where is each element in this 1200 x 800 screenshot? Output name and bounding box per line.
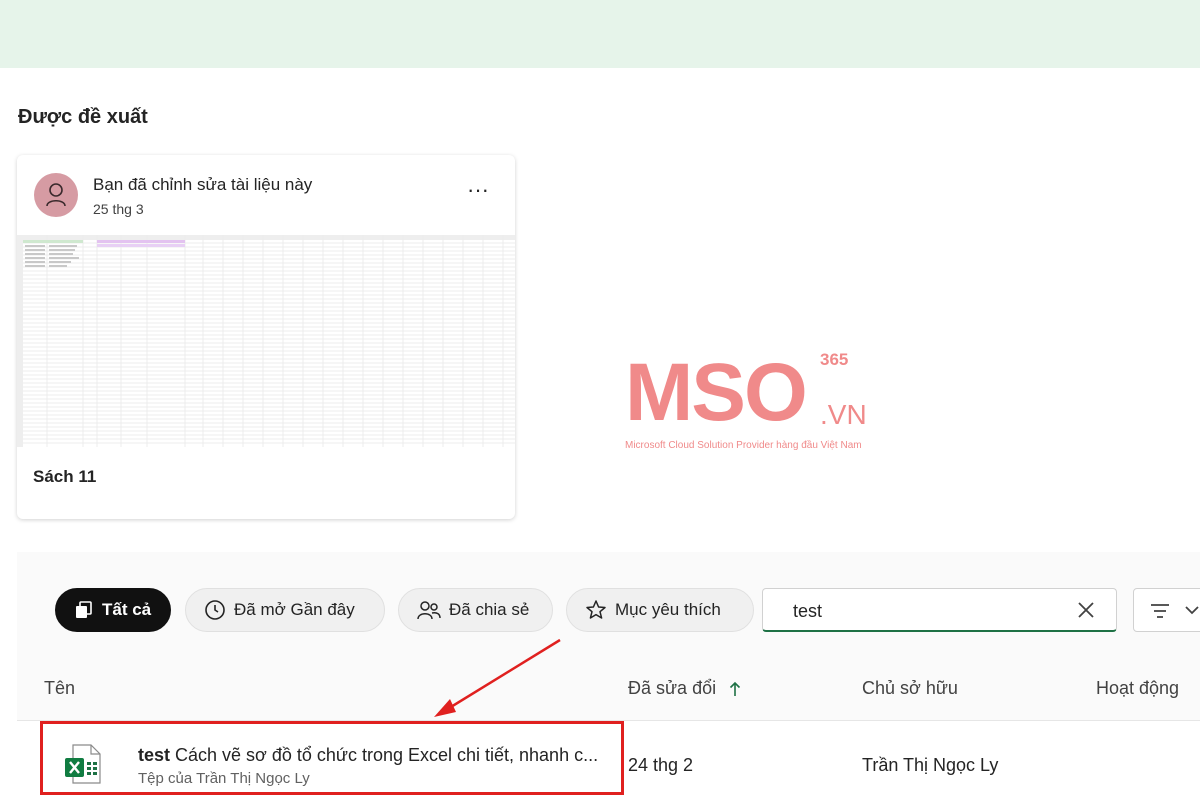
star-icon [586, 600, 606, 619]
excel-file-icon [65, 744, 101, 784]
file-owner: Trần Thị Ngọc Ly [862, 755, 999, 775]
file-title[interactable]: test Cách vẽ sơ đồ tổ chức trong Excel c… [138, 745, 618, 766]
spreadsheet-thumbnail [17, 235, 515, 447]
recommended-card[interactable]: Bạn đã chỉnh sửa tài liệu này 25 thg 3 ·… [17, 155, 515, 519]
svg-text:.VN: .VN [820, 399, 867, 430]
clear-search-button[interactable] [1075, 599, 1097, 621]
mso-watermark-logo: MSO 365 .VN Microsoft Cloud Solution Pro… [625, 348, 867, 451]
file-modified-date: 24 thg 2 [628, 755, 694, 775]
user-icon [46, 183, 66, 207]
chevron-down-icon [1185, 606, 1199, 615]
filter-favorites-label: Mục yêu thích [615, 600, 721, 619]
file-title-text: Cách vẽ sơ đồ tổ chức trong Excel chi ti… [170, 745, 599, 765]
column-header-modified[interactable]: Đã sửa đổi [628, 678, 741, 699]
svg-text:MSO: MSO [625, 348, 806, 438]
filter-favorites-button[interactable]: Mục yêu thích [566, 588, 754, 632]
column-header-activity[interactable]: Hoạt động [1096, 678, 1179, 699]
svg-text:Microsoft Cloud Solution Provi: Microsoft Cloud Solution Provider hàng đ… [625, 439, 862, 451]
file-row[interactable]: test Cách vẽ sơ đồ tổ chức trong Excel c… [17, 721, 1200, 800]
layers-icon [76, 601, 92, 618]
search-box[interactable] [762, 588, 1117, 632]
search-match-text: test [138, 745, 171, 765]
people-icon [417, 601, 441, 620]
sort-ascending-icon [730, 682, 741, 697]
filter-shared-button[interactable]: Đã chia sẻ [398, 588, 553, 632]
section-title: Được đề xuất [18, 106, 148, 128]
column-header-name[interactable]: Tên [44, 678, 75, 699]
avatar [34, 173, 78, 217]
filter-all-label: Tất cả [102, 600, 152, 619]
more-options-button[interactable]: ··· [463, 179, 493, 211]
column-header-owner[interactable]: Chủ sở hữu [862, 678, 958, 699]
activity-text: Bạn đã chỉnh sửa tài liệu này [93, 175, 313, 194]
svg-text:365: 365 [820, 350, 848, 369]
top-banner [0, 0, 1200, 68]
filter-recent-label: Đã mở Gần đây [234, 600, 355, 619]
card-file-name[interactable]: Sách 11 [33, 467, 96, 487]
filter-recent-button[interactable]: Đã mở Gần đây [185, 588, 385, 632]
search-input[interactable] [791, 597, 1065, 625]
clock-icon [205, 600, 225, 620]
sort-filter-button[interactable] [1133, 588, 1200, 632]
activity-date: 25 thg 3 [93, 201, 144, 217]
filter-all-button[interactable]: Tất cả [55, 588, 171, 632]
close-icon [1078, 602, 1094, 618]
file-owner-subtitle: Tệp của Trần Thị Ngọc Ly [138, 770, 310, 787]
filter-icon [1151, 604, 1169, 618]
column-header-modified-label: Đã sửa đổi [628, 678, 717, 698]
filter-shared-label: Đã chia sẻ [449, 600, 530, 619]
